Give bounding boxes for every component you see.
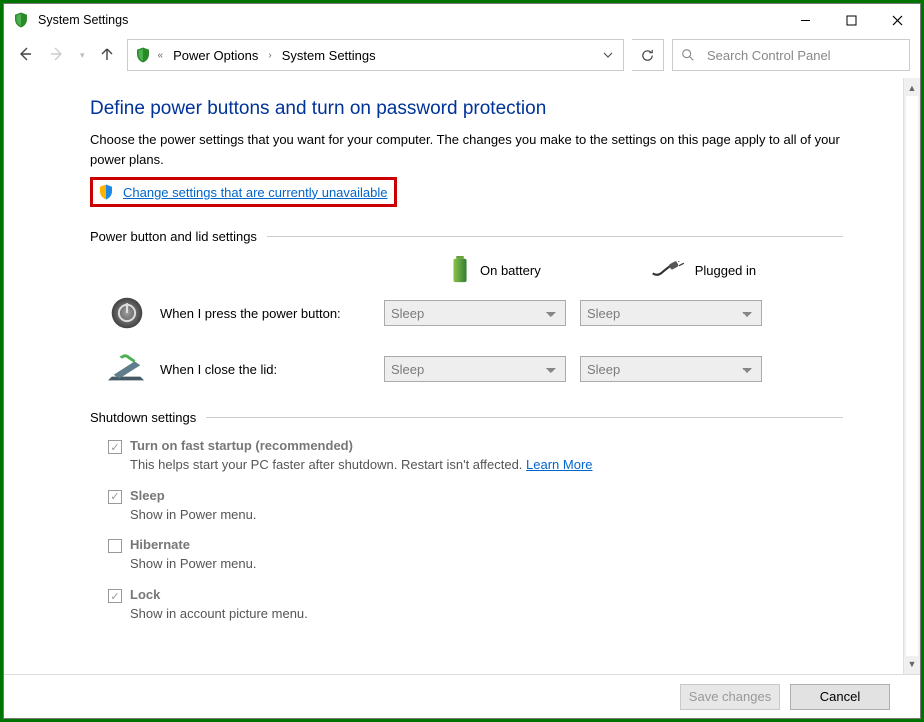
footer: Save changes Cancel — [4, 674, 920, 718]
maximize-button[interactable] — [828, 4, 874, 36]
sleep-desc: Show in Power menu. — [130, 506, 256, 525]
titlebar: System Settings — [4, 4, 920, 36]
search-box[interactable] — [672, 39, 910, 71]
cancel-button[interactable]: Cancel — [790, 684, 890, 710]
col-header-battery-label: On battery — [480, 263, 541, 278]
lock-label: Lock — [130, 586, 308, 605]
navbar: ▾ « Power Options › System Settings — [4, 36, 920, 78]
check-sleep: ✓ Sleep Show in Power menu. — [108, 487, 843, 535]
group-title-power: Power button and lid settings — [90, 229, 257, 244]
check-lock: ✓ Lock Show in account picture menu. — [108, 586, 843, 634]
page-title: Define power buttons and turn on passwor… — [90, 98, 843, 120]
crumb-chevron[interactable]: « — [158, 50, 164, 61]
forward-button[interactable] — [48, 45, 66, 66]
divider — [206, 417, 843, 418]
content-wrap: Define power buttons and turn on passwor… — [4, 78, 920, 674]
scroll-thumb[interactable] — [906, 96, 918, 656]
group-shutdown: Shutdown settings ✓ Turn on fast startup… — [90, 410, 843, 634]
breadcrumb[interactable]: « Power Options › System Settings — [127, 39, 624, 71]
save-button[interactable]: Save changes — [680, 684, 780, 710]
admin-link-box: Change settings that are currently unava… — [90, 177, 397, 207]
power-button-plugged-select[interactable]: Sleep — [580, 300, 762, 326]
lid-label: When I close the lid: — [160, 362, 370, 377]
hibernate-label: Hibernate — [130, 536, 256, 555]
lid-icon — [108, 350, 146, 388]
hibernate-checkbox[interactable] — [108, 539, 122, 553]
recent-dropdown[interactable]: ▾ — [80, 50, 85, 61]
row-lid: When I close the lid: Sleep Sleep — [90, 350, 843, 388]
col-header-plugged: Plugged in — [651, 261, 756, 279]
power-icon — [108, 294, 146, 332]
crumb-power-options[interactable]: Power Options — [169, 46, 262, 65]
col-header-plugged-label: Plugged in — [695, 263, 756, 278]
group-power-button: Power button and lid settings On battery — [90, 229, 843, 388]
content: Define power buttons and turn on passwor… — [4, 78, 903, 674]
lid-battery-select[interactable]: Sleep — [384, 356, 566, 382]
minimize-button[interactable] — [782, 4, 828, 36]
faststartup-checkbox[interactable]: ✓ — [108, 440, 122, 454]
row-power-button: When I press the power button: Sleep Sle… — [90, 294, 843, 332]
window: System Settings ▾ « Power — [3, 3, 921, 719]
breadcrumb-dropdown[interactable] — [597, 48, 619, 63]
scroll-down-icon[interactable]: ▼ — [908, 656, 917, 672]
col-header-battery: On battery — [450, 256, 541, 284]
page-subtext: Choose the power settings that you want … — [90, 130, 843, 169]
window-buttons — [782, 4, 920, 36]
nav-arrows: ▾ — [16, 45, 115, 66]
power-button-battery-select[interactable]: Sleep — [384, 300, 566, 326]
search-icon — [681, 48, 695, 62]
plug-icon — [651, 261, 685, 279]
search-input[interactable] — [705, 47, 901, 64]
window-title: System Settings — [38, 13, 128, 27]
lid-plugged-select[interactable]: Sleep — [580, 356, 762, 382]
hibernate-desc: Show in Power menu. — [130, 555, 256, 574]
location-icon — [134, 46, 152, 64]
refresh-button[interactable] — [632, 39, 664, 71]
up-button[interactable] — [99, 46, 115, 65]
app-icon — [12, 11, 30, 29]
change-settings-link[interactable]: Change settings that are currently unava… — [123, 185, 388, 200]
crumb-system-settings[interactable]: System Settings — [278, 46, 380, 65]
faststartup-label: Turn on fast startup (recommended) — [130, 437, 593, 456]
check-faststartup: ✓ Turn on fast startup (recommended) Thi… — [108, 437, 843, 485]
chevron-right-icon: › — [268, 50, 271, 61]
shield-icon — [97, 183, 115, 201]
battery-icon — [450, 256, 470, 284]
sleep-label: Sleep — [130, 487, 256, 506]
back-button[interactable] — [16, 45, 34, 66]
close-button[interactable] — [874, 4, 920, 36]
lock-checkbox[interactable]: ✓ — [108, 589, 122, 603]
faststartup-desc: This helps start your PC faster after sh… — [130, 457, 526, 472]
scroll-up-icon[interactable]: ▲ — [908, 80, 917, 96]
divider — [267, 236, 843, 237]
sleep-checkbox[interactable]: ✓ — [108, 490, 122, 504]
lock-desc: Show in account picture menu. — [130, 605, 308, 624]
group-title-shutdown: Shutdown settings — [90, 410, 196, 425]
check-hibernate: Hibernate Show in Power menu. — [108, 536, 843, 584]
power-button-label: When I press the power button: — [160, 306, 370, 321]
learn-more-link[interactable]: Learn More — [526, 457, 592, 472]
scrollbar[interactable]: ▲ ▼ — [903, 78, 920, 674]
